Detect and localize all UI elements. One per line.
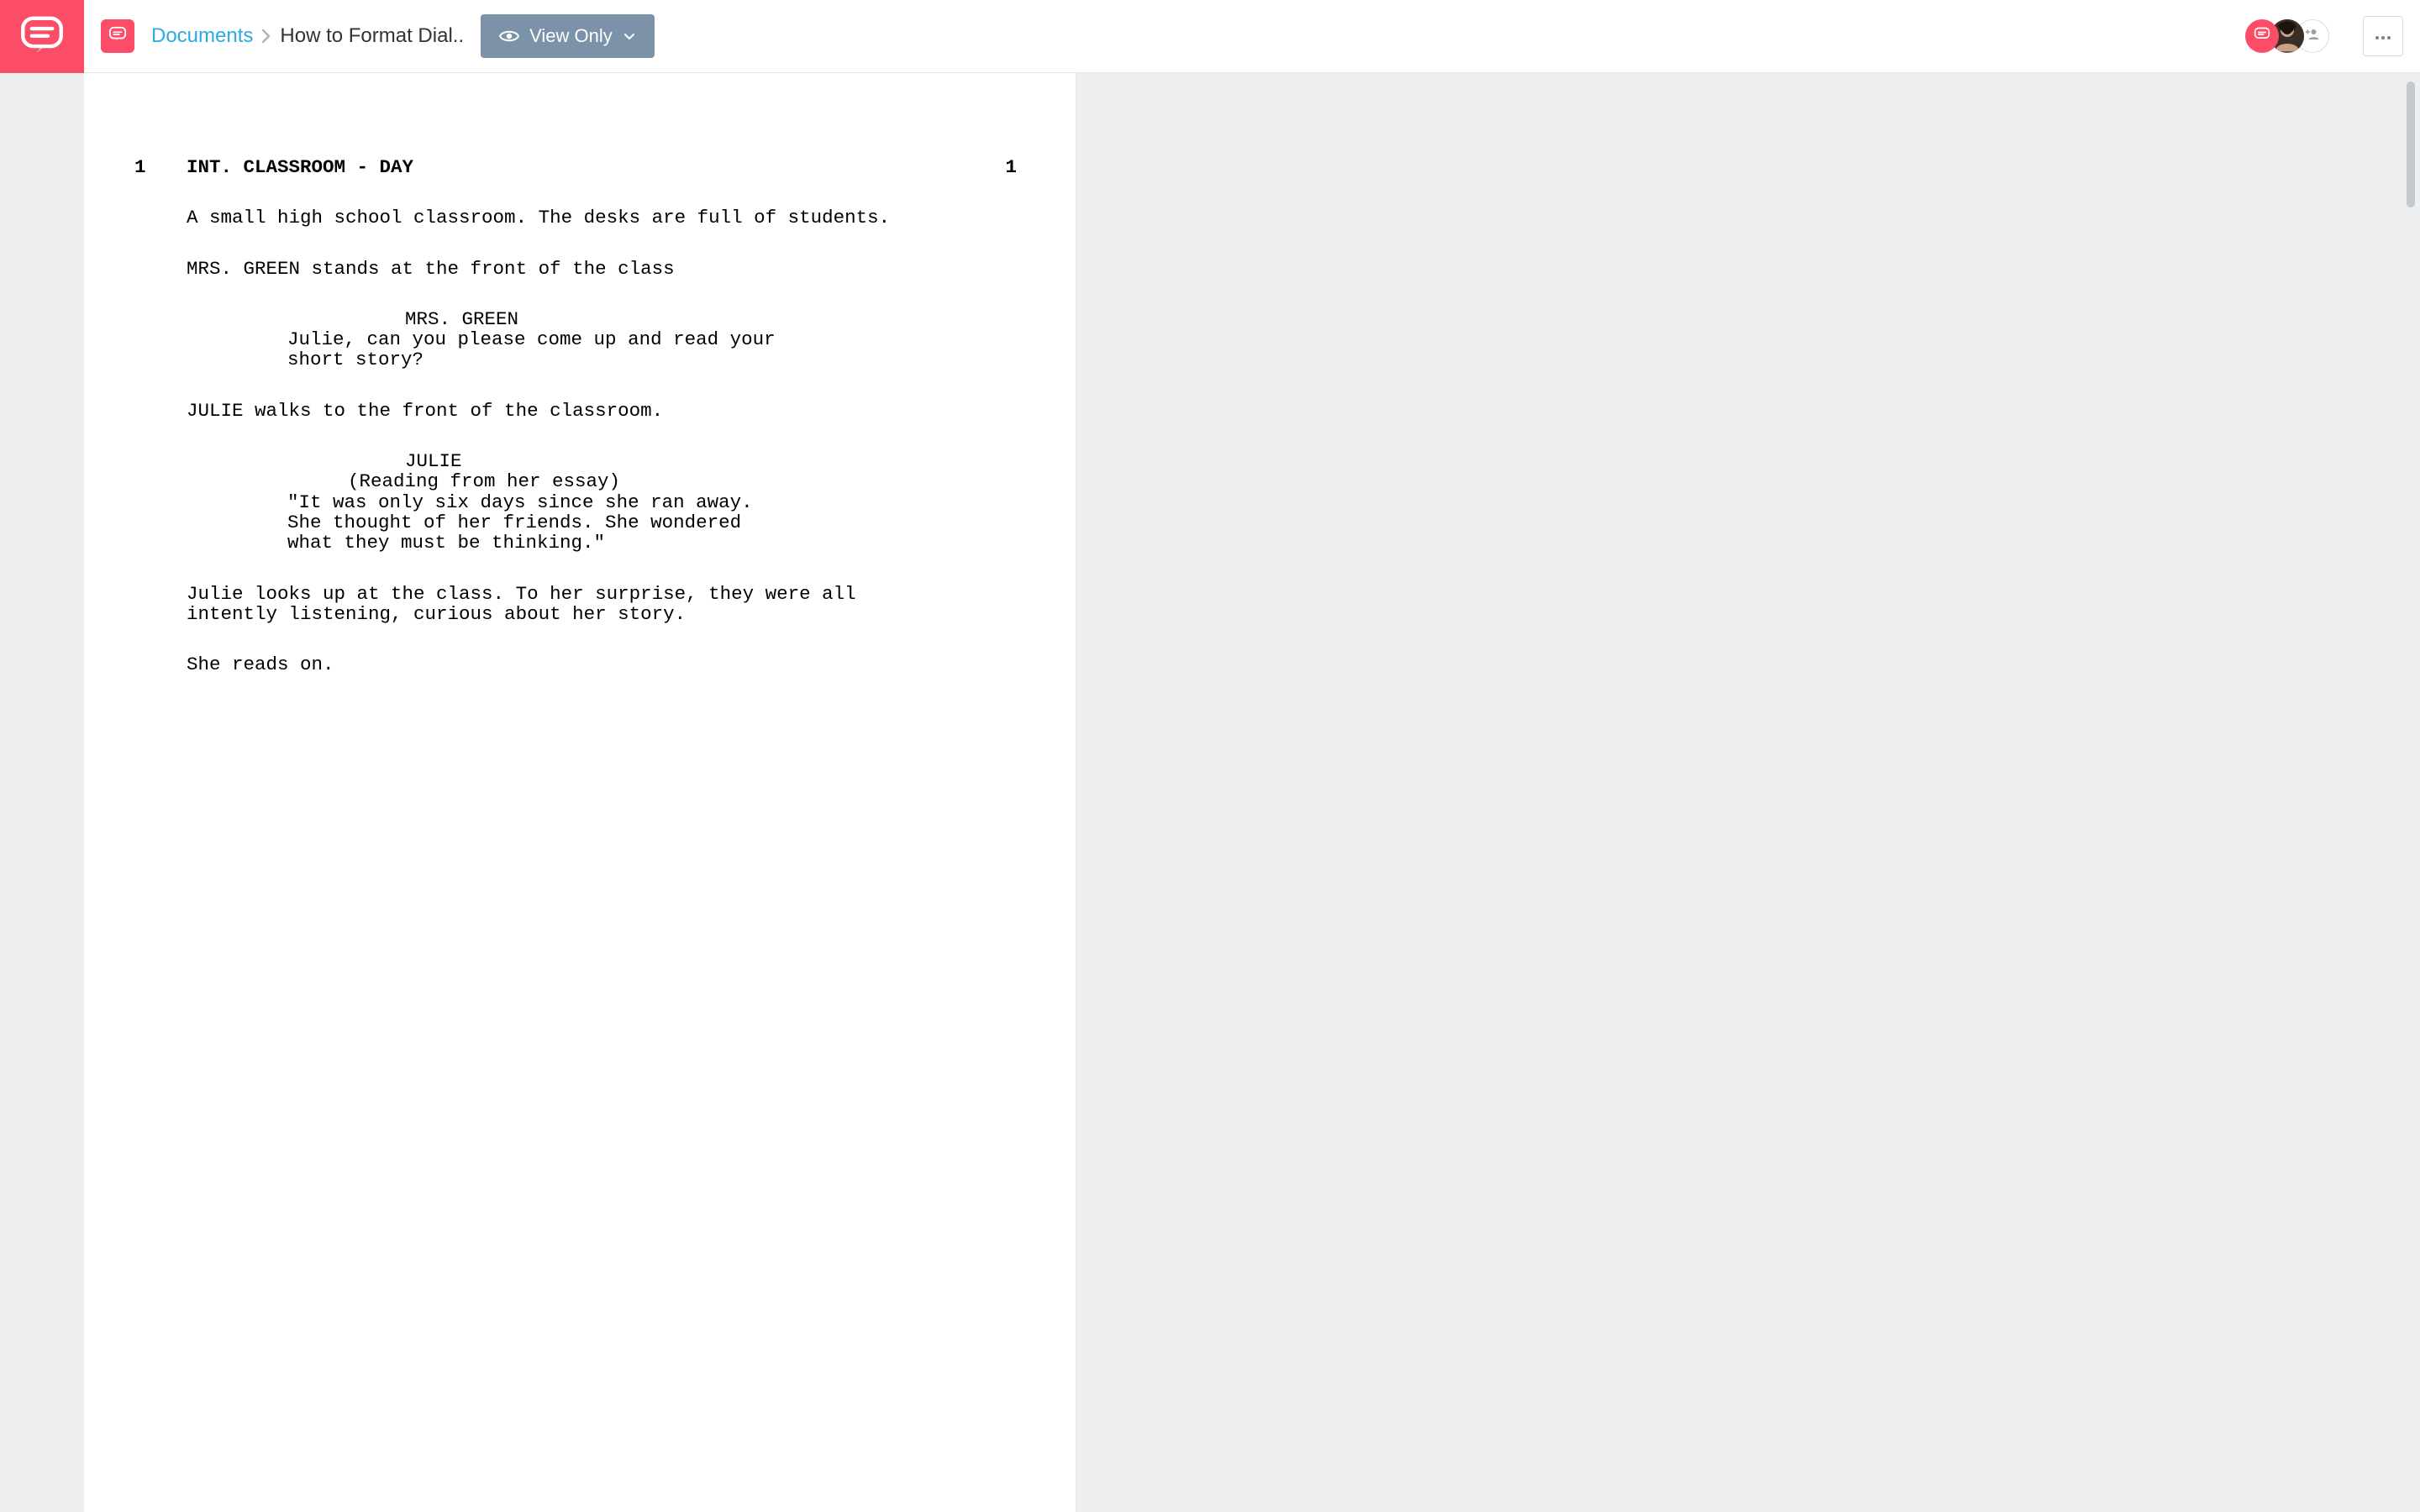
script-body: 1 INT. CLASSROOM - DAY 1 A small high sc… — [134, 157, 1025, 675]
parenthetical-text: (Reading from her essay) — [187, 471, 792, 491]
action-text: A small high school classroom. The desks… — [187, 207, 909, 228]
chat-bubble-icon — [2254, 26, 2270, 47]
script-page: 1 INT. CLASSROOM - DAY 1 A small high sc… — [84, 73, 1076, 1512]
dialogue-block: MRS. GREEN Julie, can you please come up… — [187, 309, 1025, 370]
action-text: Julie looks up at the class. To her surp… — [187, 584, 909, 625]
dialogue-block: JULIE (Reading from her essay) "It was o… — [187, 451, 1025, 553]
more-horizontal-icon — [2375, 30, 2391, 43]
breadcrumb-root-link[interactable]: Documents — [151, 24, 253, 48]
breadcrumb: Documents How to Format Dial.. — [151, 24, 464, 48]
more-menu-button[interactable] — [2363, 16, 2403, 56]
character-name: MRS. GREEN — [187, 309, 1025, 329]
scene-heading: INT. CLASSROOM - DAY — [187, 157, 413, 177]
dialogue-text: "It was only six days since she ran away… — [187, 492, 792, 554]
character-name: JULIE — [187, 451, 1025, 471]
app-root: Documents How to Format Dial.. View Only — [0, 0, 1210, 756]
person-add-icon — [2305, 27, 2320, 46]
scene-number-left: 1 — [134, 157, 187, 177]
action-text: She reads on. — [187, 654, 909, 675]
brand-rail — [0, 0, 84, 73]
view-mode-button[interactable]: View Only — [481, 14, 655, 58]
breadcrumb-current: How to Format Dial.. — [280, 24, 464, 48]
chevron-down-icon — [623, 29, 636, 43]
scene-heading-row: 1 INT. CLASSROOM - DAY 1 — [134, 157, 1025, 177]
chat-bubble-icon — [108, 25, 127, 48]
eye-icon — [499, 26, 519, 46]
presence-chat-button[interactable] — [2245, 19, 2279, 53]
topbar: Documents How to Format Dial.. View Only — [84, 0, 2420, 73]
chevron-right-icon — [261, 29, 271, 44]
presence-stack — [2245, 19, 2329, 53]
view-mode-label: View Only — [529, 25, 613, 47]
action-text: JULIE walks to the front of the classroo… — [187, 401, 909, 421]
scrollbar-thumb[interactable] — [2407, 81, 2415, 207]
script-content: A small high school classroom. The desks… — [134, 207, 1025, 675]
scene-number-right: 1 — [1005, 157, 1025, 177]
action-text: MRS. GREEN stands at the front of the cl… — [187, 259, 909, 279]
brand-logo-icon — [18, 11, 66, 62]
workspace: 1 INT. CLASSROOM - DAY 1 A small high sc… — [84, 73, 2420, 1512]
project-logo-button[interactable] — [101, 19, 134, 53]
dialogue-text: Julie, can you please come up and read y… — [187, 329, 792, 370]
